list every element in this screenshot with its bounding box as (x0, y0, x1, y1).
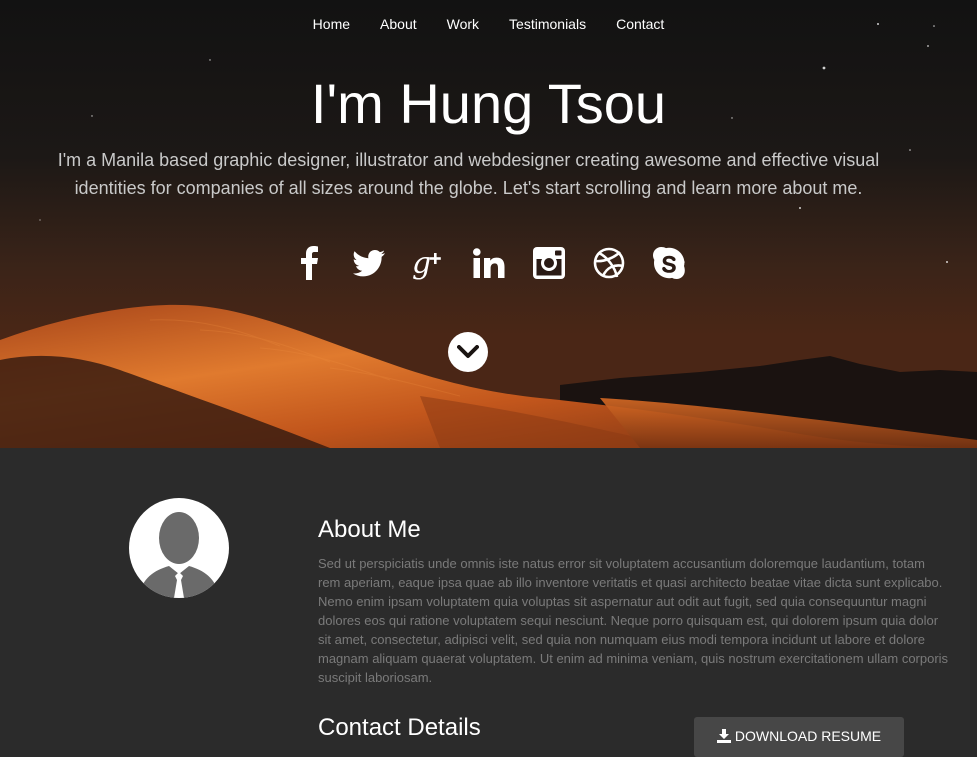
svg-text:g: g (412, 246, 431, 280)
nav-about[interactable]: About (380, 16, 417, 32)
about-heading: About Me (318, 516, 421, 543)
hero-subtitle: I'm a Manila based graphic designer, ill… (57, 150, 880, 198)
desert-background (0, 0, 977, 448)
user-silhouette-icon (139, 512, 219, 598)
google-plus-icon[interactable]: g (399, 242, 459, 284)
instagram-icon[interactable] (519, 242, 579, 284)
skype-icon[interactable] (639, 242, 699, 284)
linkedin-icon[interactable] (459, 242, 519, 284)
nav-contact[interactable]: Contact (616, 16, 664, 32)
download-resume-button[interactable]: DOWNLOAD RESUME (694, 717, 904, 757)
about-paragraph: Sed ut perspiciatis unde omnis iste natu… (318, 556, 949, 685)
avatar (129, 498, 229, 598)
nav-testimonials[interactable]: Testimonials (509, 16, 586, 32)
nav-home[interactable]: Home (313, 16, 350, 32)
download-resume-label: DOWNLOAD RESUME (734, 728, 882, 744)
facebook-icon[interactable] (279, 242, 339, 284)
chevron-down-icon (457, 345, 479, 358)
twitter-icon[interactable] (339, 242, 399, 284)
social-links: g (0, 242, 977, 284)
dribbble-icon[interactable] (579, 242, 639, 284)
hero-banner: Home About Work Testimonials Contact I'm… (0, 0, 977, 448)
scroll-down-button[interactable] (448, 332, 488, 372)
about-section: About Me Sed ut perspiciatis unde omnis … (0, 448, 977, 757)
top-navigation: Home About Work Testimonials Contact (0, 0, 977, 48)
hero-title: I'm Hung Tsou (310, 72, 667, 135)
download-icon (716, 729, 731, 743)
nav-work[interactable]: Work (447, 16, 479, 32)
contact-heading: Contact Details (318, 714, 481, 741)
